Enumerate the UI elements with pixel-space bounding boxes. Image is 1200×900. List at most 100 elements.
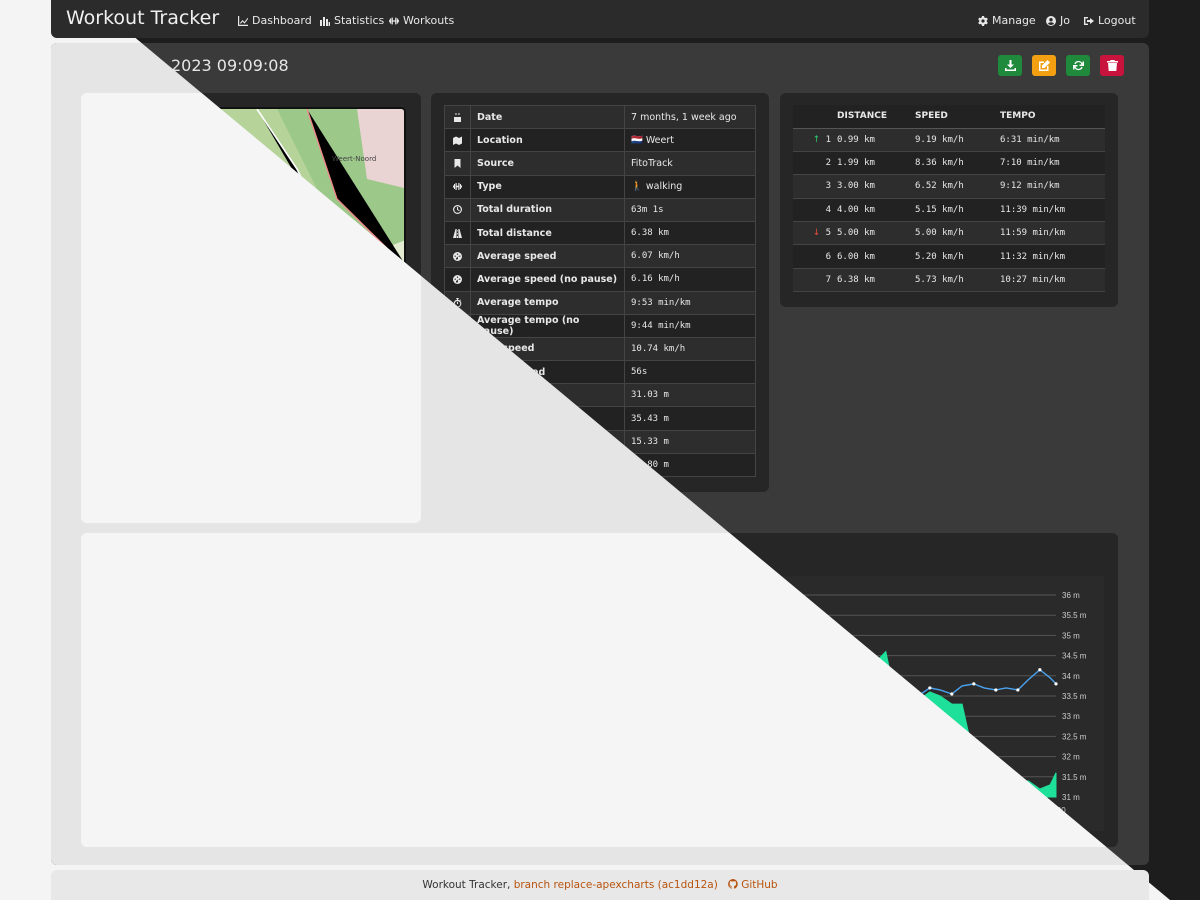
lap-index: 3	[825, 181, 831, 192]
stat-value: 9:44 min/km	[624, 313, 756, 338]
stat-row: Max speed 10.74 km/h	[444, 336, 756, 362]
brand-title[interactable]: Workout Tracker	[66, 7, 219, 29]
stat-icon-cell	[444, 220, 471, 246]
y-left-tick-label: 8 km/h	[109, 631, 133, 640]
stat-value: 63m 1s	[624, 197, 756, 222]
stat-icon-cell	[444, 244, 471, 269]
route-map[interactable]: Weerter- en Budelerbergen Weert-Noord Ai…	[95, 107, 406, 484]
footer-branch-link[interactable]: branch replace-apexcharts (ac1dd12a)	[514, 879, 718, 891]
speed-point	[620, 700, 624, 704]
nav-statistics[interactable]: Statistics	[320, 14, 384, 27]
stat-row: Date 7 months, 1 week ago	[444, 104, 756, 130]
speed-point	[532, 692, 536, 696]
stat-row: Max elevation 35.43 m	[444, 406, 756, 431]
zoom-in-button[interactable]: +	[106, 116, 126, 135]
print-button[interactable]	[257, 484, 280, 507]
nav-workouts[interactable]: Workouts	[389, 14, 454, 27]
speed-point	[972, 682, 976, 686]
share-teams-button[interactable]	[203, 484, 226, 507]
gauge-icon	[453, 274, 462, 284]
speed-point	[598, 698, 602, 702]
footer-github-link[interactable]: GitHub	[741, 879, 777, 891]
lap-tempo: 6:31 min/km	[1000, 128, 1105, 152]
share-twitter-button[interactable]	[95, 484, 118, 507]
lap-distance: 6.38 km	[837, 268, 915, 293]
lap-index-cell: 3	[793, 174, 837, 199]
gauge-icon	[95, 547, 107, 560]
arrow-down-icon: ↓	[812, 228, 821, 239]
lap-tempo: 10:27 min/km	[1000, 268, 1105, 293]
chevron-up-icon	[453, 439, 462, 445]
scale-km: 1 km	[101, 459, 155, 469]
nav-statistics-label: Statistics	[334, 14, 385, 27]
lap-distance: 4.00 km	[837, 198, 915, 223]
chart-heading: Average speed / Elevation	[95, 546, 297, 561]
map-panel: Weerter- en Budelerbergen Weert-Noord Ai…	[81, 93, 421, 523]
logout-icon	[1084, 16, 1094, 25]
map-label-geuzendijk: Geuzendijk	[209, 261, 248, 269]
speed-point	[884, 692, 888, 696]
nav-dashboard[interactable]: Dashboard	[238, 14, 312, 27]
share-buttons	[95, 484, 280, 507]
x-tick-label: 08:00:00	[888, 806, 920, 815]
x-tick-label: 07:55:00	[814, 806, 846, 815]
share-whatsapp-button[interactable]	[230, 484, 253, 507]
workout-title: 10 sep. 2023 09:09:08	[107, 56, 289, 75]
gauge-high-icon	[453, 344, 462, 354]
gauge-icon	[453, 251, 462, 261]
speed-point	[730, 688, 734, 692]
share-pinterest-button[interactable]	[149, 484, 172, 507]
nav-user-label: Jo	[1060, 14, 1070, 27]
stopwatch-icon	[453, 298, 462, 308]
speed-point	[840, 692, 844, 696]
lap-tempo: 7:10 min/km	[1000, 151, 1105, 176]
map-attribution: Leaflet | © OpenStreetMap	[303, 472, 404, 482]
chart-heading-left: Average speed /	[111, 546, 217, 561]
osm-link[interactable]: OpenStreetMap	[346, 473, 401, 481]
share-reddit-button[interactable]	[176, 484, 199, 507]
map-label-bergen: Weerter- en Budelerbergen	[242, 209, 302, 227]
lap-index-cell: ↓ 5	[793, 221, 837, 246]
edit-button[interactable]	[1032, 55, 1056, 76]
stat-value: 56s	[624, 360, 756, 385]
nav-manage[interactable]: Manage	[978, 14, 1036, 27]
zoom-out-button[interactable]: −	[106, 135, 126, 155]
gear-icon	[978, 15, 988, 26]
edit-icon	[1038, 60, 1050, 71]
legend-speed-marker	[549, 580, 557, 588]
stat-icon-cell	[444, 290, 471, 315]
stat-icon-cell	[444, 336, 471, 362]
reddit-icon	[182, 489, 194, 501]
pinterest-icon	[154, 489, 167, 502]
stat-label: Max speed	[470, 336, 625, 362]
lap-tempo: 9:12 min/km	[1000, 174, 1105, 199]
speed-point	[1054, 682, 1058, 686]
stat-label: Min elevation	[470, 383, 625, 408]
nav-logout[interactable]: Logout	[1084, 14, 1136, 27]
speed-point	[796, 690, 800, 694]
speed-point	[488, 696, 492, 700]
stat-row: Average speed (no pause) 6.16 km/h	[444, 267, 756, 292]
lap-row: 6 6.00 km 5.20 km/h 11:32 min/km	[793, 244, 1105, 269]
stat-value: 10.74 km/h	[624, 336, 756, 362]
stopwatch-icon	[453, 321, 462, 331]
delete-button[interactable]	[1100, 55, 1124, 76]
refresh-button[interactable]	[1066, 55, 1090, 76]
leaflet-link[interactable]: Leaflet	[306, 473, 330, 481]
clock-icon	[453, 205, 462, 215]
speed-point	[686, 692, 690, 696]
speed-point	[1038, 668, 1042, 672]
github-icon	[727, 879, 738, 889]
speed-point	[466, 690, 470, 694]
lap-speed: 6.52 km/h	[915, 174, 1000, 199]
y-left-tick-label: 7 km/h	[109, 652, 133, 661]
legend-elevation-label: Elevation	[629, 580, 662, 589]
nav-user[interactable]: Jo	[1046, 14, 1070, 27]
share-mastodon-button[interactable]	[122, 484, 145, 507]
user-circle-icon	[1046, 15, 1056, 26]
stat-label: Average tempo	[470, 290, 625, 315]
map-label-boshoverheide: Boshoverheide	[242, 371, 295, 379]
download-button[interactable]	[998, 55, 1022, 76]
laps-header-tempo: TEMPO	[1000, 105, 1105, 129]
x-tick-label: 07:30:00	[448, 806, 480, 815]
